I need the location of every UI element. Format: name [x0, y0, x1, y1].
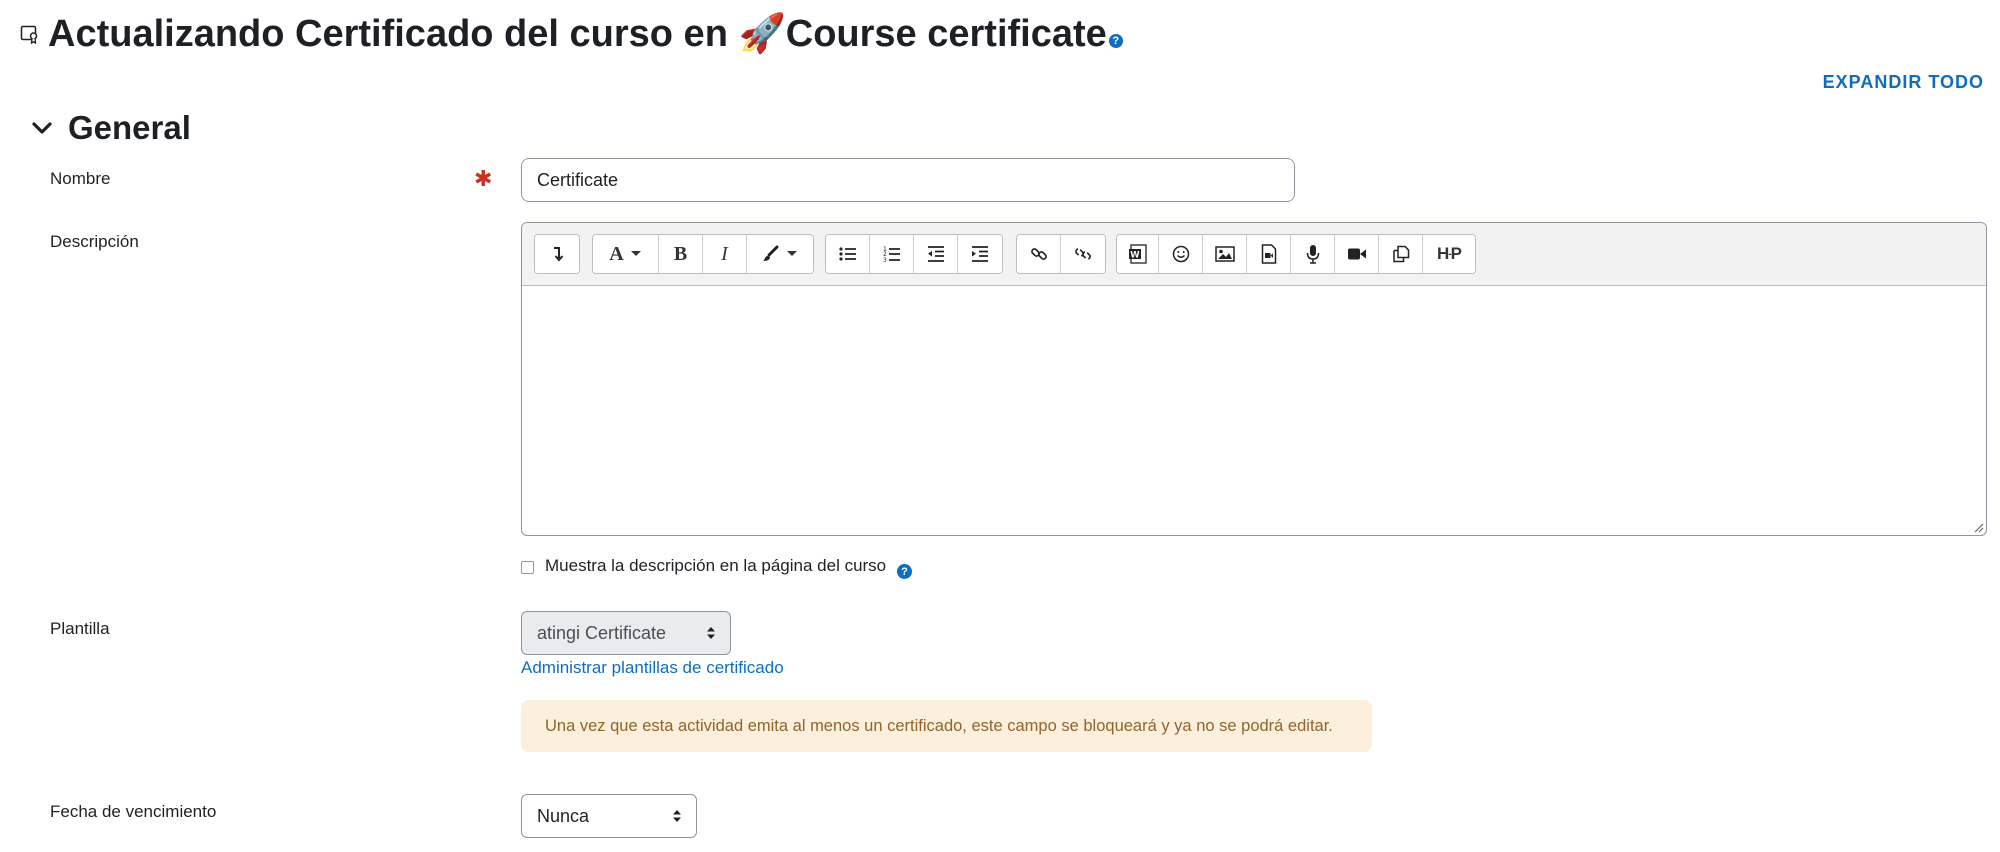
manage-templates-link[interactable]: Administrar plantillas de certificado: [521, 658, 784, 678]
svg-text:3: 3: [883, 257, 887, 263]
name-input[interactable]: [521, 158, 1295, 202]
toolbar-group-more: [534, 234, 580, 274]
expand-all-link[interactable]: EXPANDIR TODO: [1823, 72, 1984, 93]
section-title: General: [68, 109, 191, 146]
show-description-label: Muestra la descripción en la página del …: [545, 556, 887, 575]
select-arrows-icon: [673, 810, 681, 822]
unlink-icon[interactable]: [1061, 235, 1105, 273]
image-icon[interactable]: [1203, 235, 1247, 273]
page-title: Actualizando Certificado del curso en 🚀C…: [48, 6, 1123, 62]
outdent-icon[interactable]: [914, 235, 958, 273]
name-label: Nombre: [50, 169, 111, 188]
template-select[interactable]: atingi Certificate: [521, 611, 731, 655]
bold-icon[interactable]: B: [659, 235, 703, 273]
h5p-icon[interactable]: H-P: [1423, 235, 1475, 273]
emoticon-icon[interactable]: [1159, 235, 1203, 273]
select-arrows-icon: [707, 627, 715, 639]
word-import-icon[interactable]: W: [1117, 235, 1159, 273]
toolbar-group-media: W H-P: [1116, 234, 1476, 274]
expiry-date-label: Fecha de vencimiento: [50, 802, 217, 821]
toolbar-group-links: [1016, 234, 1106, 274]
certificate-icon: [20, 25, 38, 44]
svg-text:W: W: [1130, 251, 1140, 261]
show-description-checkbox[interactable]: [521, 561, 534, 574]
ordered-list-icon[interactable]: 123: [870, 235, 914, 273]
help-icon[interactable]: ?: [897, 564, 912, 579]
show-more-icon[interactable]: [535, 235, 579, 273]
italic-icon[interactable]: I: [703, 235, 747, 273]
required-icon: ✱: [474, 166, 493, 191]
record-audio-icon[interactable]: [1291, 235, 1335, 273]
manage-files-icon[interactable]: [1379, 235, 1423, 273]
unordered-list-icon[interactable]: [826, 235, 870, 273]
expiry-date-select[interactable]: Nunca: [521, 794, 697, 838]
indent-icon[interactable]: [958, 235, 1002, 273]
template-label: Plantilla: [50, 619, 110, 638]
template-warning-text: Una vez que esta actividad emita al meno…: [545, 716, 1333, 735]
resize-handle-icon[interactable]: [1972, 521, 1984, 533]
template-select-value: atingi Certificate: [537, 622, 667, 643]
media-icon[interactable]: [1247, 235, 1291, 273]
chevron-down-icon[interactable]: [30, 114, 54, 142]
toolbar-group-lists: 123: [825, 234, 1003, 274]
page-title-text: Actualizando Certificado del curso en 🚀C…: [48, 13, 1107, 55]
expiry-date-value: Nunca: [537, 805, 590, 826]
description-editor[interactable]: A B I 123 W H-P: [521, 222, 1987, 536]
font-style-icon[interactable]: A: [593, 235, 659, 273]
editor-content-area[interactable]: [522, 287, 1986, 535]
help-icon[interactable]: ?: [1108, 34, 1123, 48]
record-video-icon[interactable]: [1335, 235, 1379, 273]
description-label: Descripción: [50, 232, 139, 251]
link-icon[interactable]: [1017, 235, 1061, 273]
template-warning-alert: Una vez que esta actividad emita al meno…: [521, 700, 1372, 752]
editor-toolbar: A B I 123 W H-P: [522, 223, 1986, 286]
text-color-icon[interactable]: [747, 235, 813, 273]
toolbar-group-style: A B I: [592, 234, 814, 274]
